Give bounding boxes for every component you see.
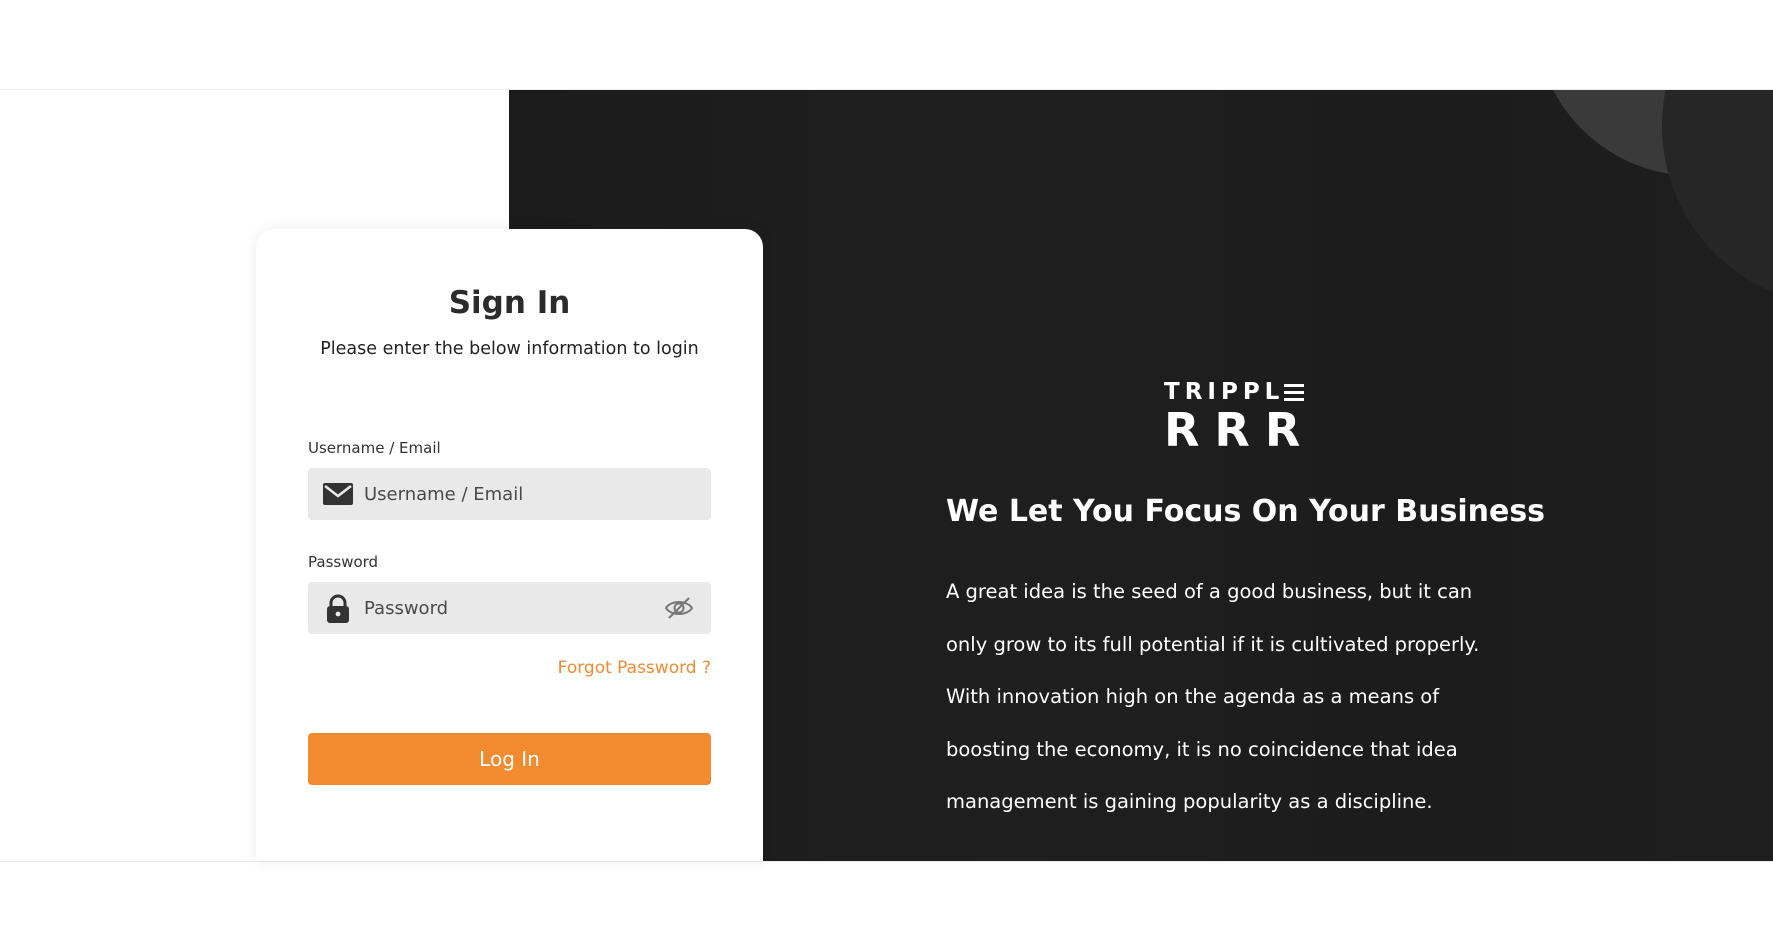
logo-bottom-text: RRR — [1164, 403, 1316, 457]
description-line: With innovation high on the agenda as a … — [946, 685, 1440, 708]
forgot-password-link[interactable]: Forgot Password ? — [558, 658, 711, 678]
username-input[interactable] — [364, 468, 664, 520]
logo-top-text: TRIPPL — [1164, 379, 1285, 405]
password-field-wrapper — [308, 582, 711, 634]
username-label: Username / Email — [308, 439, 441, 457]
logo-top-row: TRIPPL — [1164, 379, 1316, 405]
brand-logo: TRIPPL RRR — [1164, 379, 1316, 457]
login-button[interactable]: Log In — [308, 733, 711, 785]
description-line: only grow to its full potential if it is… — [946, 632, 1480, 656]
bottom-bar — [0, 861, 1773, 951]
login-subtitle: Please enter the below information to lo… — [320, 339, 699, 359]
brand-description: A great idea is the seed of a good busin… — [946, 566, 1546, 829]
lock-icon — [322, 594, 354, 623]
login-card: Sign In Please enter the below informati… — [256, 229, 763, 861]
description-line: boosting the economy, it is no coinciden… — [946, 737, 1458, 761]
envelope-icon — [322, 480, 354, 508]
password-label: Password — [308, 553, 379, 571]
username-field-wrapper — [308, 468, 711, 520]
login-title: Sign In — [448, 285, 571, 321]
logo-e-mark — [1284, 383, 1305, 401]
eye-slash-icon[interactable] — [664, 595, 694, 621]
top-bar — [0, 0, 1773, 90]
decorative-circle — [1662, 90, 1773, 306]
description-line: A great idea is the seed of a good busin… — [946, 580, 1473, 603]
password-input[interactable] — [364, 582, 664, 634]
brand-tagline: We Let You Focus On Your Business — [946, 494, 1546, 529]
description-line: management is gaining popularity as a di… — [946, 790, 1433, 813]
